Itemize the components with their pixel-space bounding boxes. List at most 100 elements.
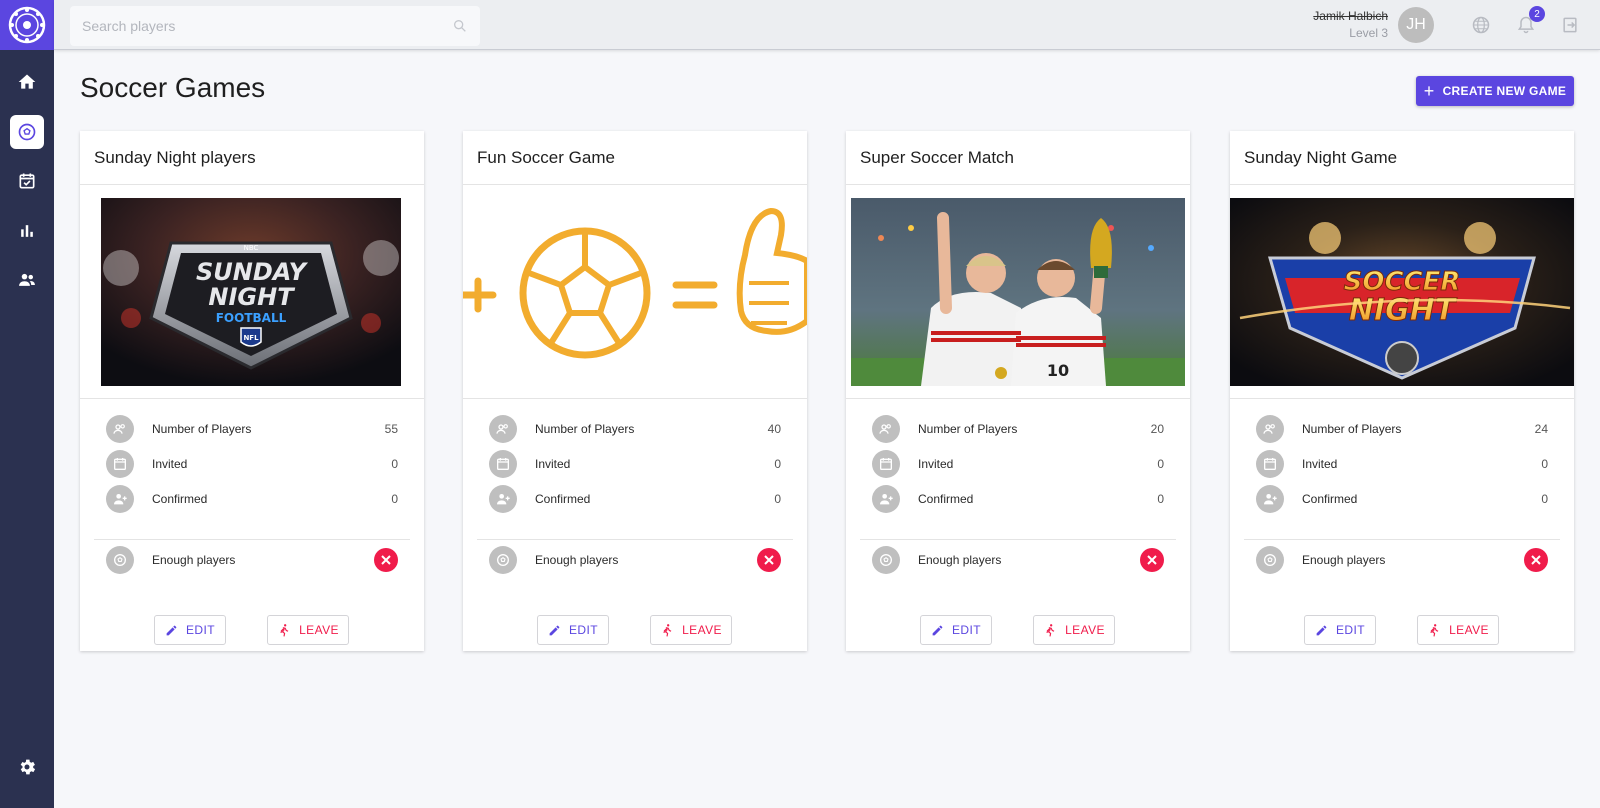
create-new-game-button[interactable]: + CREATE NEW GAME — [1416, 76, 1574, 106]
divider — [1244, 539, 1560, 540]
edit-button[interactable]: EDIT — [1304, 615, 1376, 645]
stat-label: Invited — [918, 457, 954, 471]
edit-label: EDIT — [186, 623, 215, 637]
stat-label: Number of Players — [535, 422, 635, 436]
stat-label: Confirmed — [918, 492, 974, 506]
stat-number-of-players: Number of Players 55 — [106, 414, 398, 444]
stat-confirmed: Confirmed 0 — [1256, 484, 1548, 514]
home-icon — [18, 74, 36, 89]
edit-button[interactable]: EDIT — [920, 615, 992, 645]
globe-icon — [1472, 16, 1490, 34]
nav-home[interactable] — [10, 65, 44, 99]
edit-label: EDIT — [569, 623, 598, 637]
leave-label: LEAVE — [299, 623, 339, 637]
leave-button[interactable]: LEAVE — [650, 615, 732, 645]
calendar-icon — [489, 450, 517, 478]
divider — [94, 539, 410, 540]
card-title: Super Soccer Match — [846, 131, 1190, 185]
svg-text:NIGHT: NIGHT — [1349, 293, 1458, 328]
stat-label: Enough players — [918, 553, 1002, 567]
sidebar — [0, 0, 54, 808]
pencil-icon — [1316, 625, 1327, 635]
nav-calendar[interactable] — [10, 164, 44, 198]
svg-text:FOOTBALL: FOOTBALL — [216, 311, 287, 325]
people-icon — [19, 273, 35, 286]
game-card: Super Soccer Match 10 Number of Players … — [846, 131, 1190, 651]
logout-icon — [1563, 17, 1577, 33]
stat-value: 24 — [1534, 422, 1548, 436]
user-level: Level 3 — [1349, 26, 1388, 40]
stat-number-of-players: Number of Players 20 — [872, 414, 1164, 444]
group-icon — [1256, 415, 1284, 443]
calendar-icon — [1256, 450, 1284, 478]
user-info: Jamik Halbich Level 3 — [1313, 8, 1388, 40]
user-name: Jamik Halbich — [1313, 9, 1388, 23]
soccer-ball-icon — [489, 546, 517, 574]
svg-text:10: 10 — [1047, 361, 1069, 380]
nav-people[interactable] — [10, 263, 44, 297]
person-add-icon — [106, 485, 134, 513]
running-person-icon — [1430, 624, 1439, 637]
divider — [477, 539, 793, 540]
stat-number-of-players: Number of Players 40 — [489, 414, 781, 444]
divider — [860, 539, 1176, 540]
stat-label: Number of Players — [918, 422, 1018, 436]
page-title: Soccer Games — [80, 72, 266, 103]
card-image-ball-thumbs-up — [463, 185, 807, 399]
pencil-icon — [166, 625, 177, 635]
leave-button[interactable]: LEAVE — [1417, 615, 1499, 645]
stat-label: Number of Players — [152, 422, 252, 436]
stat-label: Enough players — [152, 553, 236, 567]
avatar[interactable]: JH — [1398, 7, 1434, 43]
card-title: Fun Soccer Game — [463, 131, 807, 185]
leave-label: LEAVE — [1065, 623, 1105, 637]
edit-button[interactable]: EDIT — [537, 615, 609, 645]
calendar-check-icon — [19, 173, 35, 189]
card-image-soccer-night: SOCCER NIGHT — [1230, 185, 1574, 399]
not-enough-icon — [757, 548, 781, 572]
stat-value: 0 — [1541, 492, 1548, 506]
language-button[interactable] — [1470, 14, 1492, 36]
stat-label: Enough players — [1302, 553, 1386, 567]
group-icon — [106, 415, 134, 443]
pencil-icon — [932, 625, 943, 635]
nav-stats[interactable] — [10, 214, 44, 248]
edit-button[interactable]: EDIT — [154, 615, 226, 645]
group-icon — [872, 415, 900, 443]
top-bar: Jamik Halbich Level 3 JH 2 — [54, 0, 1600, 50]
notification-count-badge: 2 — [1529, 6, 1545, 22]
not-enough-icon — [1140, 548, 1164, 572]
search-input[interactable] — [82, 18, 452, 34]
logout-button[interactable] — [1559, 14, 1581, 36]
edit-label: EDIT — [952, 623, 981, 637]
stat-enough-players: Enough players — [1256, 545, 1548, 575]
stat-label: Confirmed — [152, 492, 208, 506]
stat-value: 0 — [1157, 492, 1164, 506]
leave-button[interactable]: LEAVE — [1033, 615, 1115, 645]
app-logo[interactable] — [0, 0, 54, 50]
leave-label: LEAVE — [1449, 623, 1489, 637]
card-title: Sunday Night Game — [1230, 131, 1574, 185]
nav-games[interactable] — [10, 115, 44, 149]
search-icon[interactable] — [452, 18, 468, 34]
svg-text:SUNDAY: SUNDAY — [196, 258, 309, 286]
stat-label: Confirmed — [1302, 492, 1358, 506]
card-image-sunday-night-football: SUNDAY NIGHT FOOTBALL NBC NFL — [80, 185, 424, 399]
stat-enough-players: Enough players — [489, 545, 781, 575]
stat-label: Invited — [535, 457, 571, 471]
stat-label: Enough players — [535, 553, 619, 567]
leave-button[interactable]: LEAVE — [267, 615, 349, 645]
notifications-button[interactable]: 2 — [1515, 6, 1545, 36]
stat-label: Number of Players — [1302, 422, 1402, 436]
game-card: Sunday Night players SUNDAY NIGHT FOOTBA… — [80, 131, 424, 651]
nav-settings[interactable] — [10, 750, 44, 784]
create-new-game-label: CREATE NEW GAME — [1442, 84, 1567, 98]
stat-confirmed: Confirmed 0 — [106, 484, 398, 514]
settings-icon — [20, 759, 36, 775]
card-image-players-with-trophy: 10 — [846, 185, 1190, 399]
stat-value: 0 — [1541, 457, 1548, 471]
stat-invited: Invited 0 — [872, 449, 1164, 479]
stat-value: 20 — [1150, 422, 1164, 436]
soccer-ball-icon — [106, 546, 134, 574]
stat-invited: Invited 0 — [489, 449, 781, 479]
